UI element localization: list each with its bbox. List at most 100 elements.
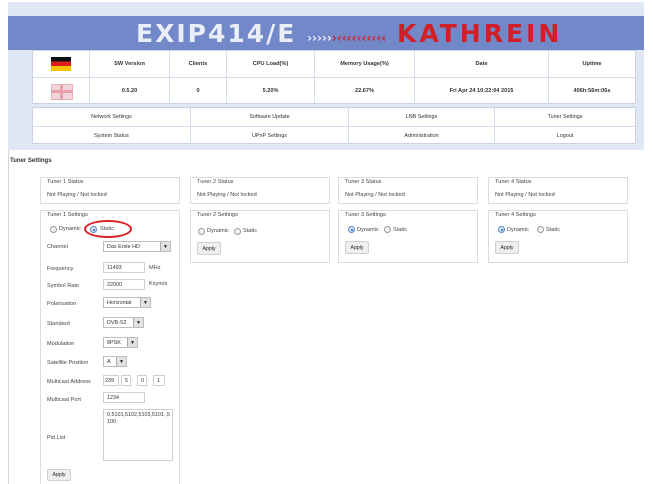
pid-list-label: Pid List xyxy=(47,435,66,441)
nav-network-settings[interactable]: Network Settings xyxy=(33,108,191,126)
tuner1-status-title: Tuner 1 Status xyxy=(47,179,84,185)
multicast-octet-1[interactable]: 239 xyxy=(103,375,119,386)
tuner4-status-value: Not Playing / Not locked xyxy=(495,192,555,198)
tuner1-apply-button[interactable]: Apply xyxy=(47,469,71,481)
date-header: Date xyxy=(415,51,549,77)
polarisation-select[interactable]: Horizontal ▼ xyxy=(103,297,151,308)
multicast-octet-2[interactable]: 5 xyxy=(121,375,131,386)
nav-lnb-settings[interactable]: LNB Settings xyxy=(349,108,495,126)
nav-system-status[interactable]: System Status xyxy=(33,127,191,144)
tuner4-static-radio[interactable] xyxy=(537,226,544,233)
tuner4-static-label: Static xyxy=(546,227,560,233)
tuner1-dynamic-radio[interactable] xyxy=(50,226,57,233)
tuner3-dynamic-label: Dynamic xyxy=(357,227,379,233)
octet-dot: . xyxy=(132,377,134,383)
tuner1-settings-box: Tuner 1 Settings Dynamic Static Channel … xyxy=(40,210,180,484)
symbol-rate-input[interactable]: 22000 xyxy=(103,279,145,290)
nav-upnp-settings[interactable]: UPnP Settings xyxy=(191,127,349,144)
modulation-label: Modulation xyxy=(47,341,75,347)
memory-usage-header: Memory Usage(%) xyxy=(315,51,415,77)
chevron-down-icon: ▼ xyxy=(160,242,170,251)
chevron-down-icon: ▼ xyxy=(140,298,150,307)
tuner4-status-box: Tuner 4 Status Not Playing / Not locked xyxy=(488,177,628,204)
tuner2-settings-box: Tuner 2 Settings Dynamic Static Apply xyxy=(190,210,330,263)
nav-administration[interactable]: Administration xyxy=(349,127,495,144)
tuner3-status-value: Not Playing / Not locked xyxy=(345,192,405,198)
uptime-value: 406h:56m:06s xyxy=(573,88,611,94)
modulation-select-value: 8PSK xyxy=(107,339,121,346)
tuner2-settings-title: Tuner 2 Settings xyxy=(197,212,238,218)
tuner1-settings-title: Tuner 1 Settings xyxy=(47,212,88,218)
logo-arrows-white: ››››› xyxy=(307,31,332,45)
satellite-position-label: Satellite Position xyxy=(47,360,89,366)
channel-select[interactable]: Das Erste HD ▼ xyxy=(103,241,171,252)
clients-value: 0 xyxy=(170,78,227,104)
frequency-unit: MHz xyxy=(149,265,161,271)
tuner3-static-radio[interactable] xyxy=(384,226,391,233)
logo-brand: KATHREIN xyxy=(396,19,563,48)
tuner3-settings-title: Tuner 3 Settings xyxy=(345,212,386,218)
multicast-port-label: Multicast Port xyxy=(47,397,81,403)
satellite-position-value: A xyxy=(107,358,111,365)
flag-cell xyxy=(33,51,90,77)
octet-dot: . xyxy=(148,377,150,383)
date-value: Fri Apr 24 10:22:04 2015 xyxy=(415,78,549,104)
standard-select[interactable]: DVB-S2 ▼ xyxy=(103,317,144,328)
logo-arrows-red: ‹‹‹‹‹‹‹‹ xyxy=(346,31,387,45)
tuner3-static-label: Static xyxy=(393,227,407,233)
tuner2-static-radio[interactable] xyxy=(234,228,241,235)
channel-label: Channel xyxy=(47,244,68,250)
logo: EXIP414/E ››››››‹‹‹‹‹‹‹‹‹‹ KATHREIN xyxy=(136,19,653,48)
tuner2-status-value: Not Playing / Not locked xyxy=(197,192,257,198)
nav-tuner-settings[interactable]: Tuner Settings xyxy=(495,108,635,126)
tuner3-status-title: Tuner 3 Status xyxy=(345,179,382,185)
pid-list-textarea[interactable]: 0,5101,5102,5103,5101 ,5100 xyxy=(103,409,173,461)
tuner4-dynamic-radio[interactable] xyxy=(498,226,505,233)
cpu-load-value: 5.20% xyxy=(227,78,315,104)
tuner4-settings-title: Tuner 4 Settings xyxy=(495,212,536,218)
logo-arrows-red-pre: ›‹‹ xyxy=(331,31,347,45)
modulation-select[interactable]: 8PSK ▼ xyxy=(103,337,138,348)
tuner1-status-value: Not Playing / Not locked xyxy=(47,192,107,198)
tuner2-dynamic-label: Dynamic xyxy=(207,228,229,234)
satellite-position-select[interactable]: A ▼ xyxy=(103,356,127,367)
sw-version-header: SW Version xyxy=(90,51,170,77)
tuner2-static-label: Static xyxy=(243,228,257,234)
polarisation-label: Polarisation xyxy=(47,301,77,307)
cpu-load-header: CPU Load(%) xyxy=(227,51,315,77)
tuner4-status-title: Tuner 4 Status xyxy=(495,179,532,185)
tuner2-apply-button[interactable]: Apply xyxy=(197,242,221,255)
logo-model: EXIP414/E xyxy=(136,19,297,48)
polarisation-select-value: Horizontal xyxy=(107,299,132,306)
tuner3-settings-box: Tuner 3 Settings Dynamic Static Apply xyxy=(338,210,478,263)
status-info-table: SW Version Clients CPU Load(%) Memory Us… xyxy=(32,50,636,104)
tuner1-dynamic-label: Dynamic xyxy=(59,226,81,232)
uptime-header: Uptime xyxy=(582,61,602,67)
highlight-ellipse xyxy=(84,220,132,238)
tuner3-dynamic-radio[interactable] xyxy=(348,226,355,233)
multicast-port-input[interactable]: 1234 xyxy=(103,392,145,403)
nav-software-update[interactable]: Software Update xyxy=(191,108,349,126)
standard-label: Standard xyxy=(47,321,70,327)
sw-version-value: 0.5.20 xyxy=(90,78,170,104)
symbol-rate-label: Symbol Rate xyxy=(47,283,80,289)
multicast-octet-3[interactable]: 0 xyxy=(137,375,147,386)
tuner4-apply-button[interactable]: Apply xyxy=(495,241,519,254)
tuner4-settings-box: Tuner 4 Settings Dynamic Static Apply xyxy=(488,210,628,263)
page-title: Tuner Settings xyxy=(10,158,52,164)
tuner3-apply-button[interactable]: Apply xyxy=(345,241,369,254)
frequency-input[interactable]: 11493 xyxy=(103,262,145,273)
flag-cell xyxy=(33,78,90,104)
memory-usage-value: 22.67% xyxy=(315,78,415,104)
chevron-down-icon: ▼ xyxy=(116,357,126,366)
nav-logout[interactable]: Logout xyxy=(495,127,635,144)
multicast-octet-4[interactable]: 1 xyxy=(153,375,165,386)
tuner4-dynamic-label: Dynamic xyxy=(507,227,529,233)
tuner3-status-box: Tuner 3 Status Not Playing / Not locked xyxy=(338,177,478,204)
tuner2-status-box: Tuner 2 Status Not Playing / Not locked xyxy=(190,177,330,204)
tuner1-status-box: Tuner 1 Status Not Playing / Not locked xyxy=(40,177,180,204)
tuner2-dynamic-radio[interactable] xyxy=(198,228,205,235)
chevron-down-icon: ▼ xyxy=(133,318,143,327)
frequency-label: Frequency xyxy=(47,266,74,272)
multicast-address-label: Multicast Address xyxy=(47,379,91,385)
